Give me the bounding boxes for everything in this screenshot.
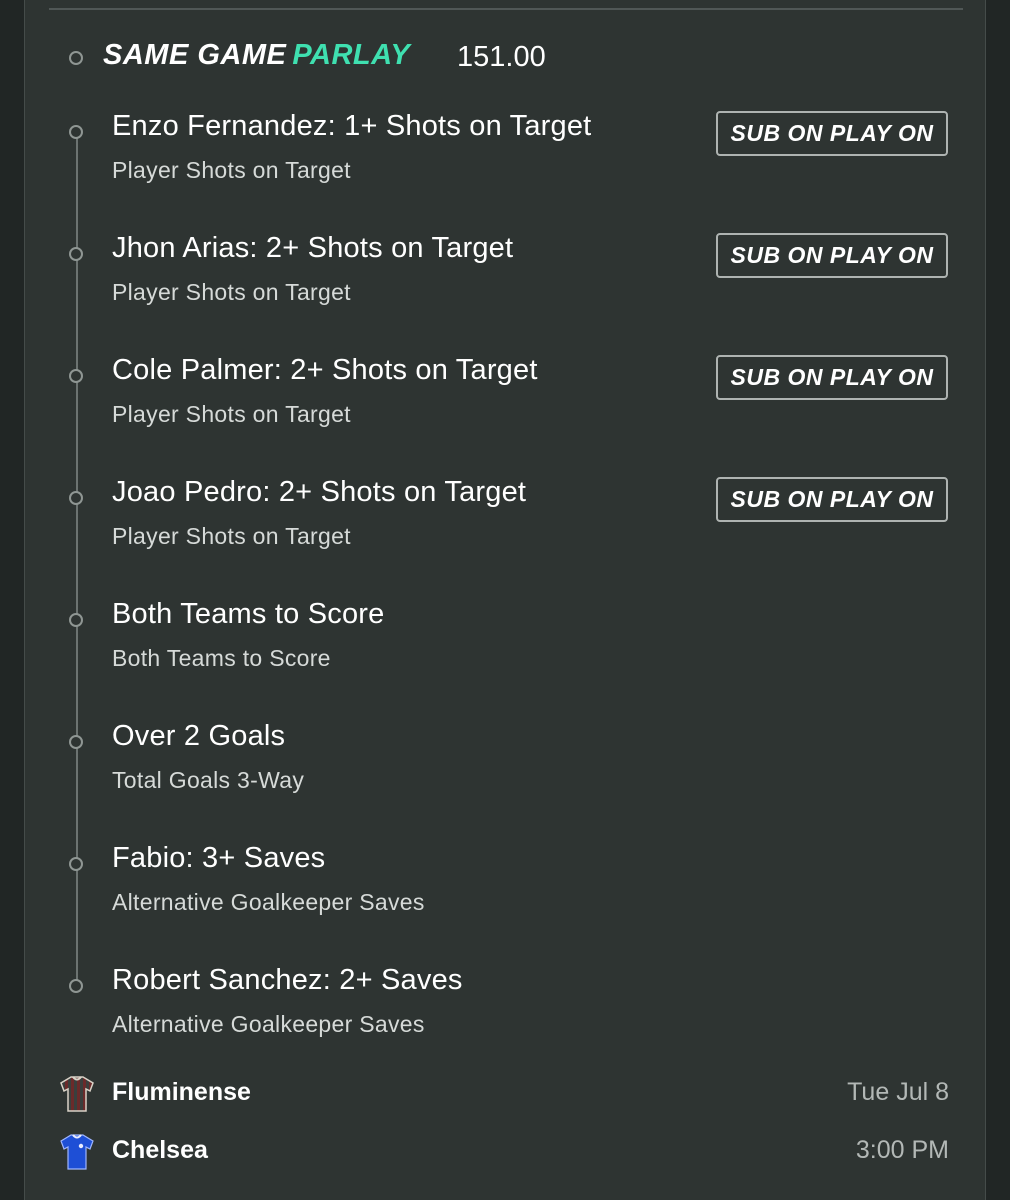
leg-node-icon: [69, 369, 83, 383]
team-row-home: Fluminense Tue Jul 8: [25, 1074, 985, 1114]
parlay-header: SAME GAME PARLAY 151.00: [25, 32, 985, 82]
header-node-icon: [69, 51, 83, 65]
leg-title: Over 2 Goals: [112, 720, 286, 752]
leg-item: Fabio: 3+ Saves Alternative Goalkeeper S…: [25, 842, 985, 952]
leg-title: Both Teams to Score: [112, 598, 385, 630]
same-game-parlay-title: SAME GAME PARLAY: [103, 39, 410, 72]
leg-title: Robert Sanchez: 2+ Saves: [112, 964, 463, 996]
home-team-name: Fluminense: [112, 1078, 251, 1106]
title-parlay: PARLAY: [292, 39, 411, 71]
leg-node-icon: [69, 857, 83, 871]
parlay-card: SAME GAME PARLAY 151.00 Enzo Fernandez: 1…: [24, 0, 986, 1200]
leg-item: Joao Pedro: 2+ Shots on Target Player Sh…: [25, 476, 985, 586]
sub-on-play-on-button[interactable]: SUB ON PLAY ON: [716, 111, 948, 156]
chelsea-jersey-icon: [60, 1134, 94, 1170]
leg-market: Player Shots on Target: [112, 279, 351, 305]
match-time: 3:00 PM: [855, 1136, 949, 1164]
top-divider: [49, 8, 963, 10]
leg-item: Over 2 Goals Total Goals 3-Way: [25, 720, 985, 830]
leg-node-icon: [69, 491, 83, 505]
leg-item: Robert Sanchez: 2+ Saves Alternative Goa…: [25, 964, 985, 1074]
leg-title: Cole Palmer: 2+ Shots on Target: [112, 354, 538, 386]
leg-node-icon: [69, 247, 83, 261]
leg-item: Enzo Fernandez: 1+ Shots on Target Playe…: [25, 110, 985, 220]
leg-item: Jhon Arias: 2+ Shots on Target Player Sh…: [25, 232, 985, 342]
team-row-away: Chelsea 3:00 PM: [25, 1132, 985, 1172]
fluminense-jersey-icon: [60, 1076, 94, 1112]
sub-on-play-on-button[interactable]: SUB ON PLAY ON: [716, 355, 948, 400]
away-team-name: Chelsea: [112, 1136, 208, 1164]
title-same-game: SAME GAME: [103, 39, 287, 71]
leg-node-icon: [69, 735, 83, 749]
sub-on-play-on-button[interactable]: SUB ON PLAY ON: [716, 233, 948, 278]
leg-market: Player Shots on Target: [112, 157, 351, 183]
leg-item: Both Teams to Score Both Teams to Score: [25, 598, 985, 708]
leg-market: Player Shots on Target: [112, 523, 351, 549]
leg-title: Joao Pedro: 2+ Shots on Target: [112, 476, 527, 508]
leg-market: Player Shots on Target: [112, 401, 351, 427]
leg-node-icon: [69, 613, 83, 627]
leg-title: Fabio: 3+ Saves: [112, 842, 326, 874]
leg-market: Both Teams to Score: [112, 645, 331, 671]
leg-market: Alternative Goalkeeper Saves: [112, 1011, 425, 1037]
parlay-odds: 151.00: [457, 41, 546, 73]
match-date: Tue Jul 8: [847, 1078, 949, 1106]
leg-title: Enzo Fernandez: 1+ Shots on Target: [112, 110, 592, 142]
sub-on-play-on-button[interactable]: SUB ON PLAY ON: [716, 477, 948, 522]
leg-node-icon: [69, 979, 83, 993]
leg-title: Jhon Arias: 2+ Shots on Target: [112, 232, 514, 264]
leg-node-icon: [69, 125, 83, 139]
leg-market: Total Goals 3-Way: [112, 767, 305, 793]
leg-market: Alternative Goalkeeper Saves: [112, 889, 425, 915]
leg-item: Cole Palmer: 2+ Shots on Target Player S…: [25, 354, 985, 464]
